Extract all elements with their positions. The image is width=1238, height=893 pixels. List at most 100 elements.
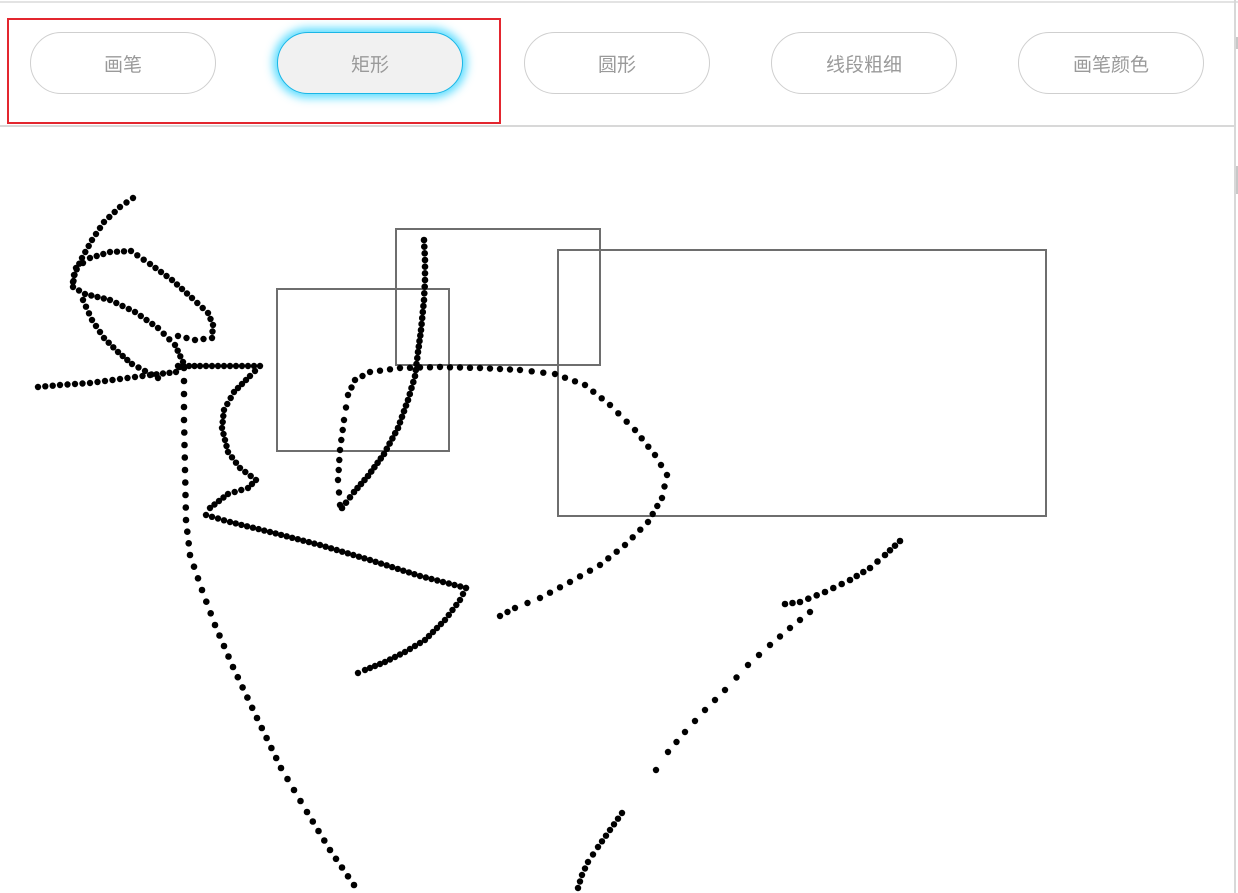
- stroke-dot: [146, 260, 154, 268]
- stroke-dot: [131, 373, 139, 381]
- stroke-dot: [86, 379, 94, 387]
- rectangle-tool-button[interactable]: 矩形: [277, 32, 463, 94]
- stroke-dot: [106, 248, 114, 256]
- stroke-dot: [119, 302, 126, 310]
- stroke-dot: [166, 369, 173, 376]
- stroke-dot: [576, 573, 584, 580]
- stroke-dot: [355, 553, 363, 560]
- stroke-dot: [82, 248, 89, 256]
- stroke-dot: [242, 468, 249, 476]
- stroke-dot: [297, 797, 304, 805]
- stroke-dot: [416, 364, 424, 371]
- stroke-dot: [428, 575, 435, 583]
- stroke-dot: [93, 252, 100, 260]
- right-border: [1234, 0, 1236, 893]
- drawing-surface[interactable]: [0, 127, 1234, 893]
- stroke-dot: [101, 377, 109, 385]
- stroke-dot: [571, 378, 579, 385]
- stroke-dot: [586, 567, 594, 574]
- stroke-dot: [236, 464, 244, 472]
- stroke-dot: [340, 416, 348, 424]
- stroke-dot: [56, 381, 64, 389]
- stroke-dot: [173, 281, 181, 288]
- stroke-dot: [376, 367, 384, 374]
- stroke-dot: [154, 374, 162, 382]
- stroke-dot: [283, 533, 290, 540]
- stroke-dot: [504, 608, 511, 616]
- stroke-dot: [180, 377, 188, 385]
- pen-color-label: 画笔颜色: [1072, 53, 1149, 76]
- stroke-dot: [781, 600, 789, 608]
- pen-tool-button[interactable]: 画笔: [30, 32, 216, 94]
- stroke-dot: [339, 426, 346, 434]
- stroke-dot: [327, 545, 335, 552]
- stroke-dot: [239, 684, 246, 691]
- stroke-dot: [208, 334, 216, 342]
- stroke-dot: [342, 499, 350, 507]
- stroke-dot: [157, 268, 165, 276]
- stroke-dot: [134, 252, 141, 259]
- stroke-dot: [613, 548, 620, 555]
- stroke-dot: [256, 362, 264, 370]
- stroke-dot: [251, 367, 259, 375]
- stroke-dot: [149, 320, 156, 328]
- drawing-canvas[interactable]: [0, 127, 1234, 893]
- stroke-dot: [209, 321, 217, 329]
- stroke-dot: [584, 858, 592, 866]
- rectangle-shapes: [276, 228, 1047, 517]
- stroke-dot: [860, 568, 867, 576]
- stroke-dot: [214, 515, 222, 522]
- stroke-dot: [361, 555, 368, 562]
- stroke-dot: [223, 442, 230, 450]
- stroke-dot: [400, 407, 408, 415]
- stroke-dot: [49, 382, 56, 389]
- pen-strokes: [34, 194, 904, 892]
- stroke-dot: [406, 390, 414, 398]
- stroke-dot: [88, 236, 96, 244]
- stroke-dot: [321, 837, 328, 844]
- stroke-dot: [181, 441, 188, 449]
- stroke-dot: [182, 516, 190, 524]
- stroke-dot: [414, 348, 422, 356]
- stroke-dot: [366, 368, 374, 376]
- line-width-button[interactable]: 线段粗细: [771, 32, 957, 94]
- stroke-dot: [796, 616, 804, 624]
- circle-tool-button[interactable]: 圆形: [524, 32, 710, 94]
- stroke-dot: [206, 504, 214, 512]
- stroke-dot: [426, 364, 434, 371]
- stroke-dot: [891, 542, 899, 549]
- stroke-dot: [207, 315, 214, 323]
- pen-color-button[interactable]: 画笔颜色: [1018, 32, 1204, 94]
- stroke-dot: [309, 818, 317, 825]
- stroke-dot: [174, 347, 181, 354]
- stroke-dot: [110, 344, 117, 351]
- rectangle-tool-label: 矩形: [350, 53, 389, 76]
- stroke-dot: [651, 451, 659, 459]
- stroke-dot: [82, 303, 90, 310]
- stroke-dot: [396, 364, 404, 372]
- stroke-dot: [335, 466, 342, 474]
- stroke-dot: [100, 295, 108, 302]
- stroke-dot: [219, 418, 226, 426]
- stroke-dot: [342, 404, 350, 411]
- stroke-dot: [311, 540, 318, 547]
- stroke-dot: [253, 714, 261, 722]
- circle-tool-label: 圆形: [597, 53, 636, 76]
- stroke-dot: [220, 642, 228, 650]
- stroke-dot: [180, 364, 188, 372]
- stroke-dot: [536, 594, 544, 602]
- stroke-dot: [654, 502, 661, 510]
- stroke-dot: [211, 621, 219, 629]
- stroke-dot: [446, 364, 454, 371]
- stroke-dot: [657, 461, 665, 469]
- stroke-dot: [806, 608, 814, 616]
- stroke-dot: [418, 320, 425, 328]
- stroke-dot: [289, 534, 296, 541]
- stroke-dot: [614, 815, 622, 822]
- stroke-dot: [113, 299, 120, 307]
- stroke-dot: [344, 550, 351, 557]
- stroke-dot: [113, 248, 121, 255]
- stroke-dot: [198, 586, 206, 594]
- stroke-dot: [396, 419, 404, 426]
- stroke-dot: [506, 366, 514, 373]
